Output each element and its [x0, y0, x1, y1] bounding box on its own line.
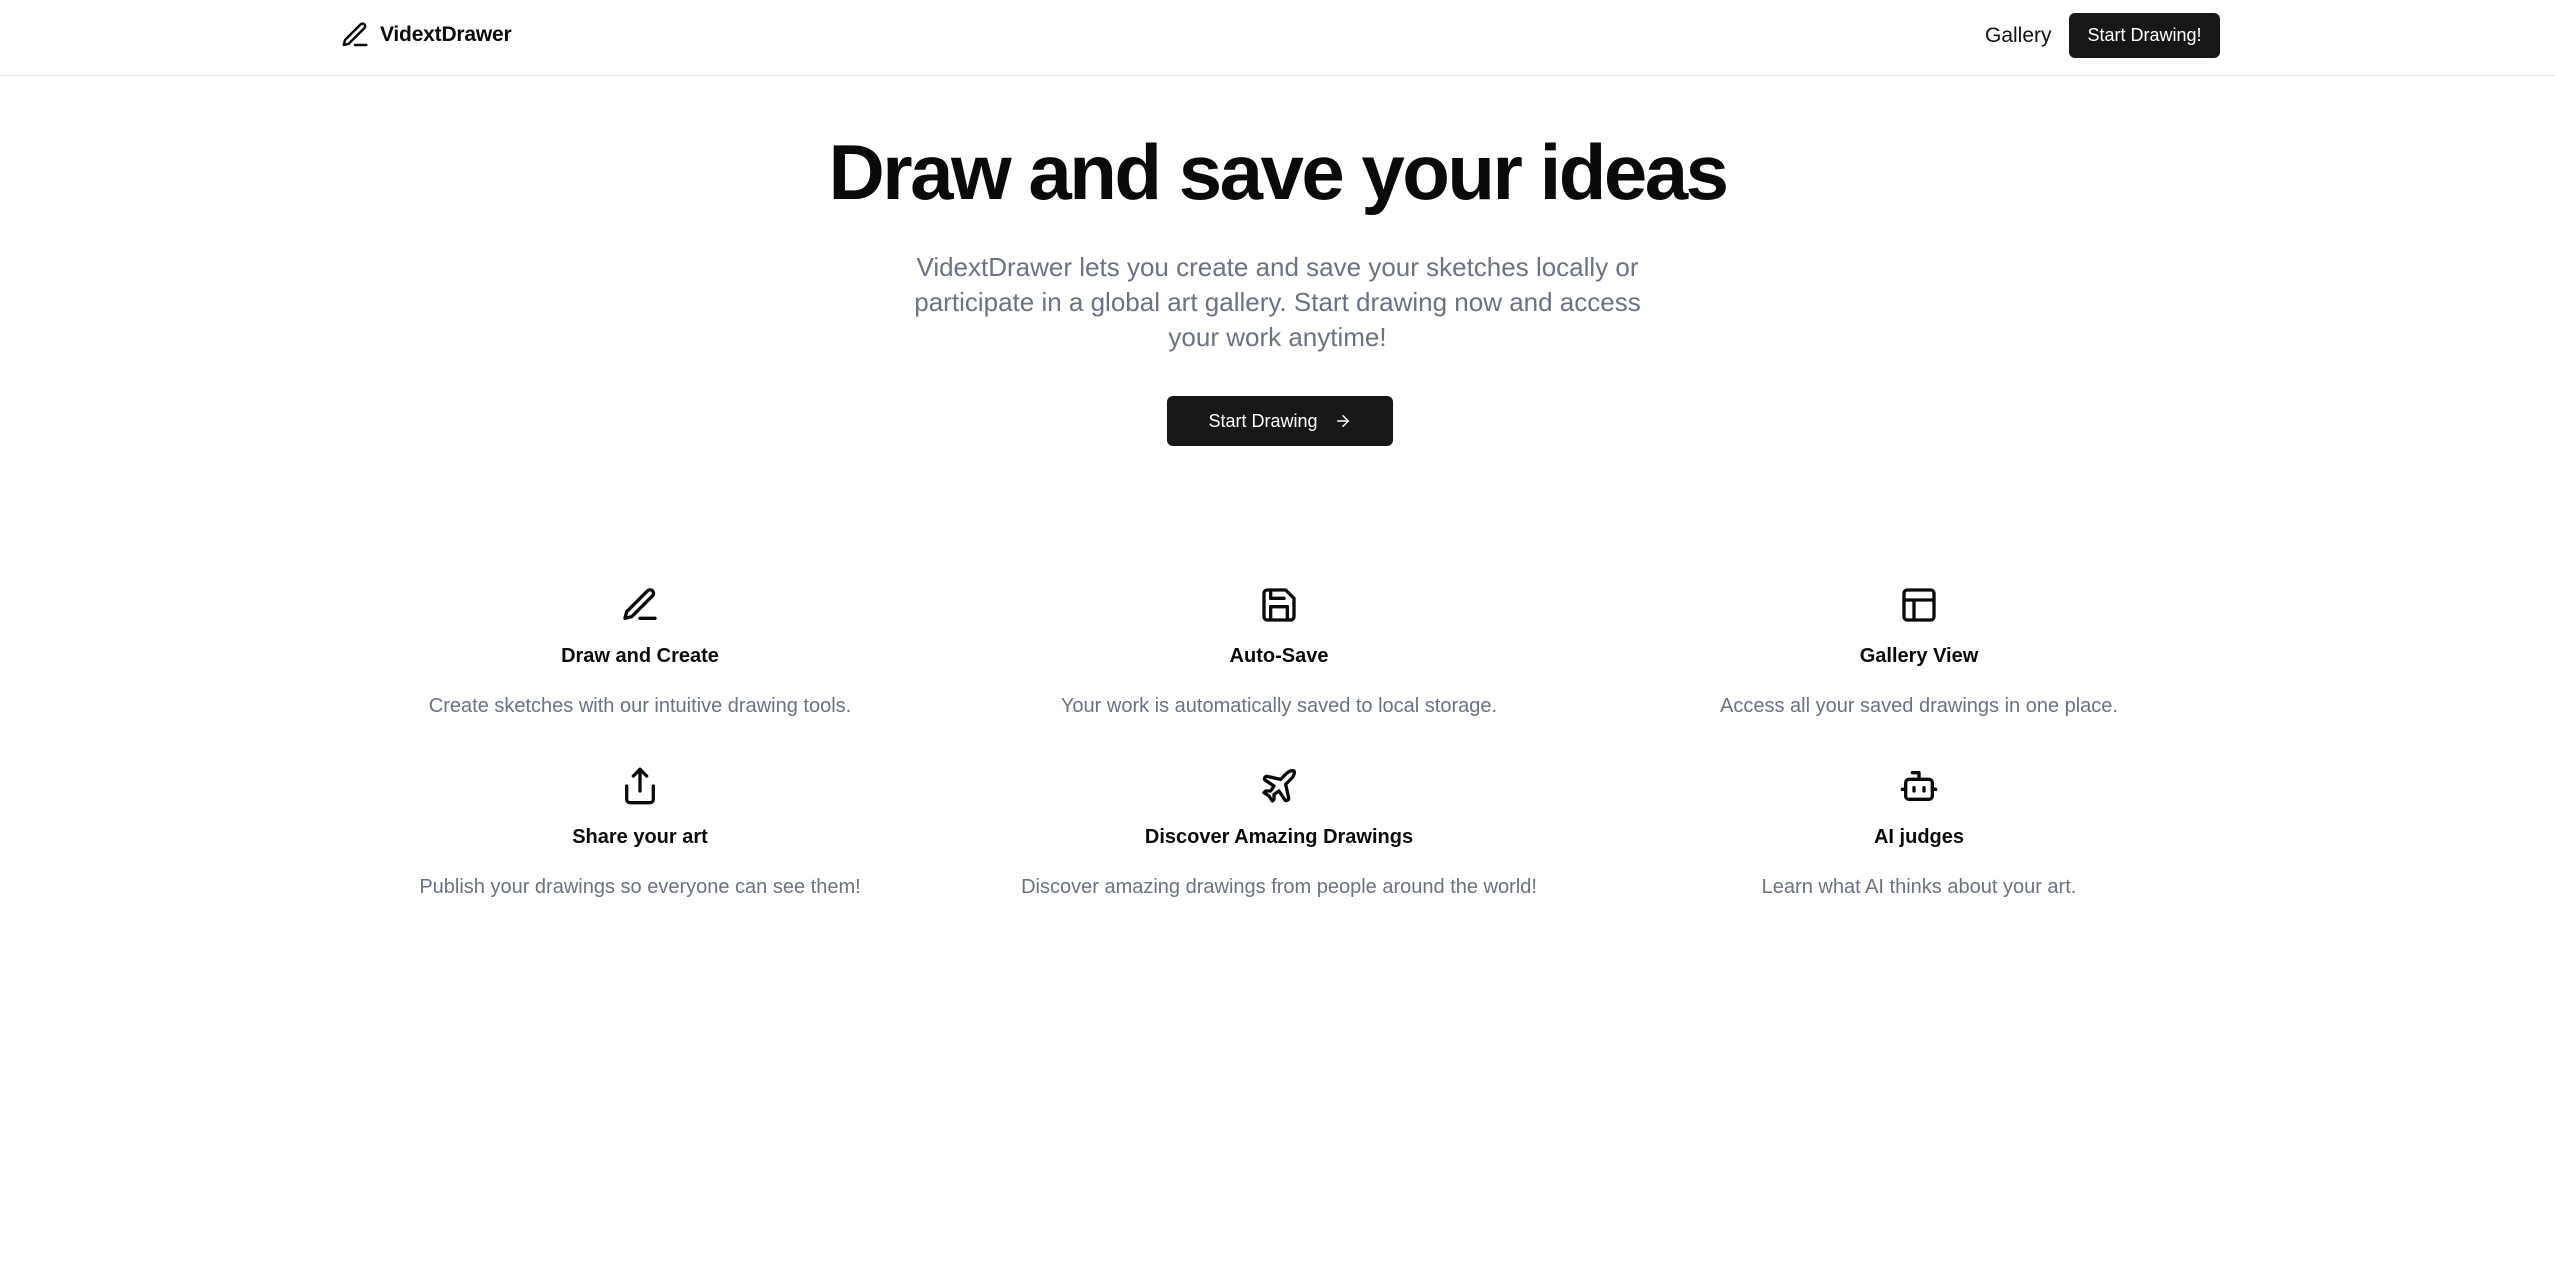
brand-link[interactable]: VidextDrawer	[340, 19, 512, 51]
feature-share-your-art: Share your art Publish your drawings so …	[320, 766, 960, 900]
save-icon	[1262, 588, 1296, 622]
hero-subtitle: VidextDrawer lets you create and save yo…	[914, 252, 1641, 352]
brand-name: VidextDrawer	[380, 23, 512, 46]
feature-title: Discover Amazing Drawings	[1144, 826, 1414, 848]
nav-gallery-link[interactable]: Gallery	[1985, 20, 2052, 52]
feature-title: Share your art	[572, 826, 708, 848]
bot-icon	[1900, 771, 1938, 801]
feature-ai-judges: AI judges Learn what AI thinks about you…	[1599, 766, 2239, 900]
feature-description: Create sketches with our intuitive drawi…	[428, 695, 852, 717]
feature-draw-and-create: Draw and Create Create sketches with our…	[320, 585, 960, 719]
feature-title: Auto-Save	[1229, 645, 1329, 667]
start-drawing-label: Start Drawing	[1208, 410, 1318, 431]
feature-gallery-view: Gallery View Access all your saved drawi…	[1599, 585, 2239, 719]
start-drawing-button[interactable]: Start Drawing	[1167, 396, 1393, 446]
feature-description: Access all your saved drawings in one pl…	[1720, 695, 2118, 717]
pencil-icon	[342, 22, 368, 47]
feature-title: Draw and Create	[561, 645, 719, 667]
feature-title: AI judges	[1873, 826, 1964, 848]
arrow-right-icon	[1336, 415, 1349, 427]
start-drawing-nav-button[interactable]: Start Drawing!	[2069, 13, 2220, 58]
feature-description: Your work is automatically saved to loca…	[1060, 695, 1498, 717]
feature-description: Publish your drawings so everyone can se…	[419, 876, 861, 898]
share-icon	[625, 767, 655, 805]
feature-discover-amazing-drawings: Discover Amazing Drawings Discover amazi…	[959, 766, 1599, 900]
feature-description: Learn what AI thinks about your art.	[1761, 876, 2077, 898]
plane-icon	[1262, 769, 1296, 803]
pencil-icon	[623, 588, 657, 620]
layout-icon	[1902, 588, 1936, 622]
feature-auto-save: Auto-Save Your work is automatically sav…	[959, 585, 1599, 719]
feature-title: Gallery View	[1859, 645, 1979, 667]
feature-description: Discover amazing drawings from people ar…	[1021, 876, 1537, 898]
hero-title: Draw and save your ideas	[828, 128, 1729, 216]
top-navbar: VidextDrawer Gallery Start Drawing!	[0, 0, 2555, 76]
